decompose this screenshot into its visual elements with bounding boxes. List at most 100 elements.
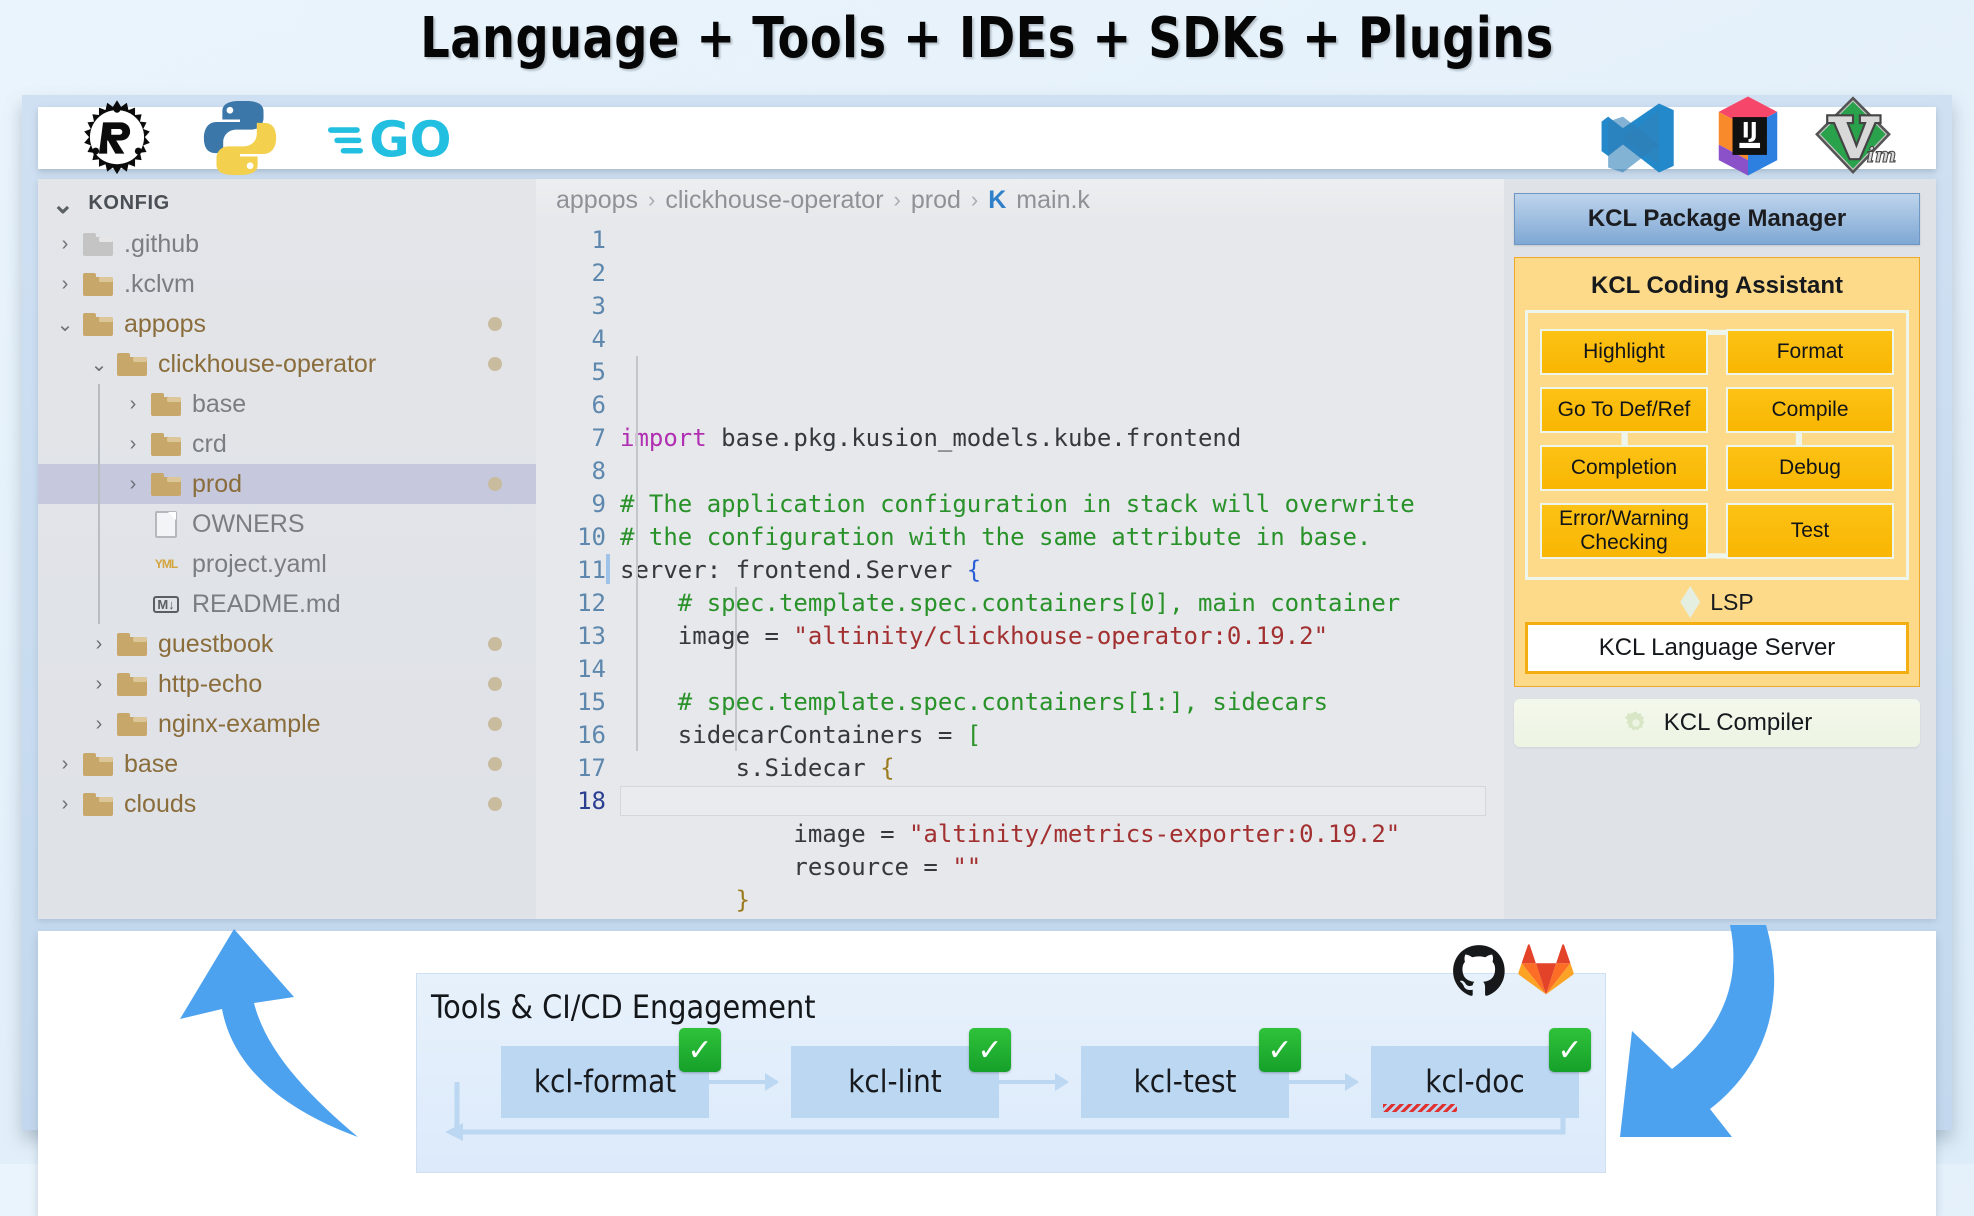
chevron-right-icon[interactable]: › xyxy=(52,753,78,776)
tree-item-prod[interactable]: › prod xyxy=(38,464,536,504)
assistant-feature-completion[interactable]: Completion xyxy=(1540,445,1708,491)
tree-item-nginx-example[interactable]: › nginx-example xyxy=(38,704,536,744)
tree-item-owners[interactable]: OWNERS xyxy=(38,504,536,544)
breadcrumb-item-1[interactable]: clickhouse-operator xyxy=(665,186,883,215)
check-icon: ✓ xyxy=(969,1028,1011,1072)
assistant-feature-go-to-def-ref[interactable]: Go To Def/Ref xyxy=(1540,387,1708,433)
tree-item-crd[interactable]: › crd xyxy=(38,424,536,464)
check-icon: ✓ xyxy=(1549,1028,1591,1072)
code-area[interactable]: 1 2 3 4 5 6 7 8 9 10 11 12 13 14 15 16 17 18 import base.… xyxy=(536,221,1504,919)
chevron-right-icon[interactable]: › xyxy=(52,793,78,816)
kcl-compiler-box[interactable]: KCL Compiler xyxy=(1514,699,1920,747)
code-line[interactable]: resource = "" xyxy=(620,851,1504,884)
tree-item-readme-md[interactable]: M↓ README.md xyxy=(38,584,536,624)
code-line[interactable]: # the configuration with the same attrib… xyxy=(620,521,1504,554)
git-status-dot xyxy=(488,477,502,491)
code-line[interactable]: import base.pkg.kusion_models.kube.front… xyxy=(620,422,1504,455)
markdown-file-icon: M↓ xyxy=(146,595,186,613)
tree-item-http-echo[interactable]: › http-echo xyxy=(38,664,536,704)
code-line[interactable]: server: frontend.Server { xyxy=(606,554,1504,587)
code-line[interactable]: # The application configuration in stack… xyxy=(620,488,1504,521)
chevron-right-icon[interactable]: › xyxy=(86,713,112,736)
tree-indent-guide xyxy=(98,584,100,624)
tree-item-label: nginx-example xyxy=(158,709,321,738)
assistant-feature-error-warning-checking[interactable]: Error/Warning Checking xyxy=(1540,503,1708,559)
tree-item--github[interactable]: › .github xyxy=(38,224,536,264)
chevron-right-icon[interactable]: › xyxy=(86,633,112,656)
svg-text:IJ: IJ xyxy=(1742,119,1758,144)
tree-item-base[interactable]: › base xyxy=(38,384,536,424)
code-line[interactable]: image = "altinity/clickhouse-operator:0.… xyxy=(620,620,1504,653)
check-icon: ✓ xyxy=(1259,1028,1301,1072)
chevron-right-icon[interactable]: › xyxy=(120,473,146,496)
code-line[interactable]: s.Sidecar { xyxy=(620,752,1504,785)
explorer-root-label: KONFIG xyxy=(88,192,170,214)
gitlab-icon xyxy=(1518,944,1574,995)
chevron-right-icon[interactable]: › xyxy=(52,233,78,256)
folder-icon xyxy=(112,672,152,696)
file-tree[interactable]: › .github › .kclvm ⌄ appops ⌄ clickhouse-operat… xyxy=(38,224,536,819)
cicd-stage-label: kcl-format xyxy=(533,1064,677,1100)
breadcrumb-item-2[interactable]: prod xyxy=(911,186,961,215)
code-line[interactable]: image = "altinity/metrics-exporter:0.19.… xyxy=(620,818,1504,851)
line-number: 13 xyxy=(577,622,606,650)
tree-indent-guide xyxy=(98,424,100,464)
tree-item-clouds[interactable]: › clouds xyxy=(38,784,536,819)
code-line[interactable]: } xyxy=(620,884,1504,917)
code-line[interactable]: # spec.template.spec.containers[1:], sid… xyxy=(620,686,1504,719)
file-explorer[interactable]: ⌄ KONFIG › .github › .kclvm ⌄ appops ⌄ clickhou… xyxy=(38,179,536,819)
line-number: 15 xyxy=(577,688,606,716)
tree-item-appops[interactable]: ⌄ appops xyxy=(38,304,536,344)
chevron-down-icon[interactable]: ⌄ xyxy=(52,312,78,337)
cicd-stage-kcl-doc[interactable]: kcl-doc ✓ xyxy=(1371,1028,1591,1118)
code-token: { xyxy=(880,754,895,782)
cicd-stage-kcl-test[interactable]: kcl-test ✓ xyxy=(1081,1028,1301,1118)
tree-item-label: .github xyxy=(124,229,200,258)
change-marker xyxy=(606,554,610,584)
kcl-tooling-panel: KCL Package Manager KCL Coding Assistant xyxy=(1504,179,1936,919)
assistant-feature-format[interactable]: Format xyxy=(1726,329,1894,375)
line-number: 14 xyxy=(577,655,606,683)
intellij-logo: IJ xyxy=(1718,96,1778,176)
tree-item-label: README.md xyxy=(192,589,341,618)
code-content[interactable]: import base.pkg.kusion_models.kube.front… xyxy=(606,221,1504,919)
chevron-right-icon[interactable]: › xyxy=(120,393,146,416)
code-editor[interactable]: appops › clickhouse-operator › prod › K … xyxy=(536,179,1504,919)
go-logo: GO xyxy=(328,115,452,165)
code-token: image = xyxy=(620,820,909,848)
assistant-feature-highlight[interactable]: Highlight xyxy=(1540,329,1708,375)
tree-item-clickhouse-operator[interactable]: ⌄ clickhouse-operator xyxy=(38,344,536,384)
tree-item-base[interactable]: › base xyxy=(38,744,536,784)
tree-item--kclvm[interactable]: › .kclvm xyxy=(38,264,536,304)
tree-item-label: .kclvm xyxy=(124,269,195,298)
code-line[interactable]: sidecarContainers = [ xyxy=(620,719,1504,752)
code-line[interactable]: ] xyxy=(620,917,1504,919)
code-line[interactable]: # spec.template.spec.containers[0], main… xyxy=(620,587,1504,620)
assistant-feature-test[interactable]: Test xyxy=(1726,503,1894,559)
assistant-feature-grid[interactable]: Highlight Format Go To Def/Ref Compile Compl… xyxy=(1540,329,1894,559)
code-line[interactable] xyxy=(620,455,1504,488)
chevron-right-icon[interactable]: › xyxy=(52,273,78,296)
vim-logo: im xyxy=(1815,96,1896,174)
code-token: base.pkg.kusion_models.kube.frontend xyxy=(721,424,1242,452)
code-line[interactable] xyxy=(620,653,1504,686)
tree-item-label: base xyxy=(192,389,247,418)
spell-error-squiggle xyxy=(1383,1104,1457,1112)
tree-item-guestbook[interactable]: › guestbook xyxy=(38,624,536,664)
chevron-down-icon[interactable]: ⌄ xyxy=(86,352,112,377)
assistant-feature-debug[interactable]: Debug xyxy=(1726,445,1894,491)
tree-item-project-yaml[interactable]: YML project.yaml xyxy=(38,544,536,584)
assistant-feature-compile[interactable]: Compile xyxy=(1726,387,1894,433)
chevron-right-icon[interactable]: › xyxy=(86,673,112,696)
cicd-stage-kcl-lint[interactable]: kcl-lint ✓ xyxy=(791,1028,1011,1118)
kcl-language-server-box[interactable]: KCL Language Server xyxy=(1525,622,1909,674)
breadcrumb[interactable]: appops › clickhouse-operator › prod › K … xyxy=(536,179,1504,221)
explorer-header[interactable]: ⌄ KONFIG xyxy=(38,185,536,224)
cicd-stage-kcl-format[interactable]: kcl-format ✓ xyxy=(501,1028,721,1118)
chevron-right-icon[interactable]: › xyxy=(120,433,146,456)
logo-toolbar: GO IJ im xyxy=(38,96,1936,176)
kcl-package-manager-box[interactable]: KCL Package Manager xyxy=(1514,193,1920,245)
breadcrumb-file-name[interactable]: main.k xyxy=(1016,186,1090,215)
breadcrumb-item-0[interactable]: appops xyxy=(556,186,638,215)
tree-indent-guide xyxy=(98,384,100,424)
